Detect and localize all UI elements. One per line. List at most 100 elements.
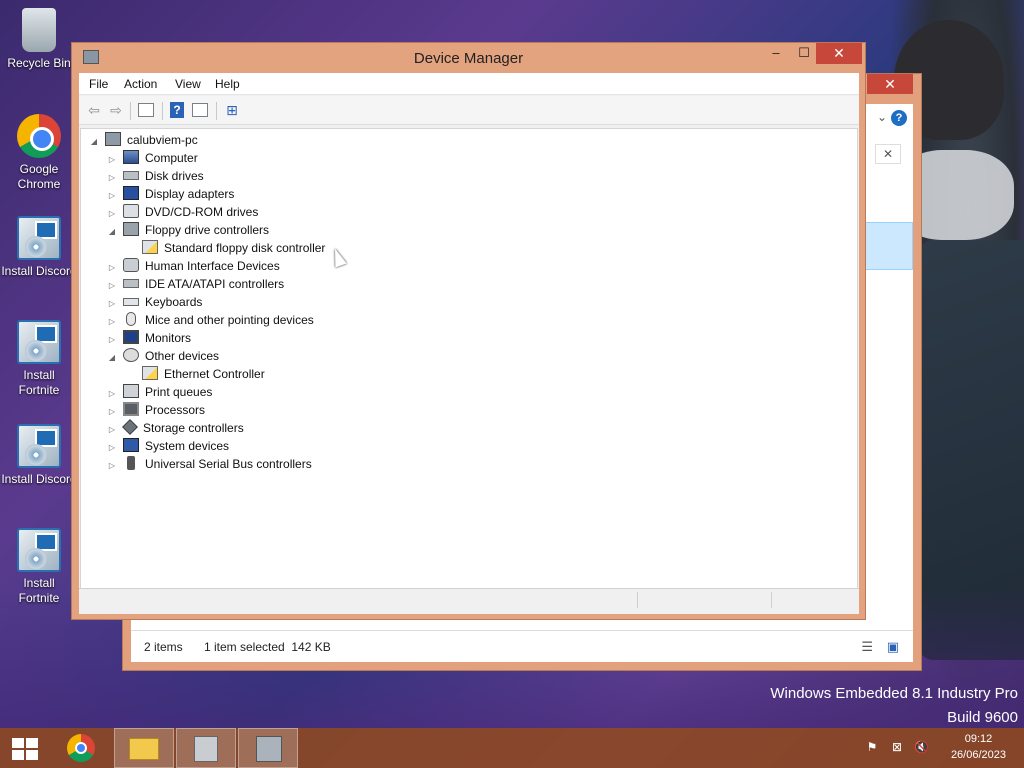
- floppy-controller-icon: [123, 222, 139, 236]
- toolbar-separator: [216, 102, 217, 120]
- tree-root[interactable]: ◢ calubviem-pc: [89, 131, 198, 149]
- menu-help[interactable]: Help: [215, 77, 240, 91]
- properties-icon[interactable]: [192, 103, 208, 117]
- desktop-icon-label: Install Discord: [1, 472, 77, 486]
- window-title: Device Manager: [413, 50, 524, 67]
- device-manager-window[interactable]: Device Manager – ☐ ✕ File Action View He…: [71, 42, 866, 620]
- tree-node-storage-controllers[interactable]: ▷ Storage controllers: [107, 419, 244, 437]
- tree-node-label: IDE ATA/ATAPI controllers: [145, 277, 285, 291]
- chevron-down-icon[interactable]: ⌄: [877, 110, 887, 124]
- tree-node-system-devices[interactable]: ▷ System devices: [107, 437, 229, 455]
- tree-node-usb-controllers[interactable]: ▷ Universal Serial Bus controllers: [107, 455, 312, 473]
- tree-node-label: Disk drives: [145, 169, 204, 183]
- minimize-button[interactable]: –: [762, 43, 790, 64]
- title-bar[interactable]: Device Manager – ☐ ✕: [72, 43, 865, 73]
- tree-node-print-queues[interactable]: ▷ Print queues: [107, 383, 212, 401]
- clear-search-button[interactable]: ✕: [875, 144, 901, 164]
- taskbar-device-manager[interactable]: [238, 728, 298, 768]
- close-button[interactable]: ✕: [867, 74, 913, 94]
- back-arrow-icon[interactable]: ⇦: [84, 101, 104, 119]
- tree-node-floppy-controllers[interactable]: ◢ Floppy drive controllers: [107, 221, 269, 239]
- tree-child-floppy-controller[interactable]: Standard floppy disk controller: [142, 239, 325, 257]
- details-view-icon[interactable]: ☰: [861, 639, 873, 655]
- device-manager-icon: [256, 736, 282, 762]
- tree-node-label: Standard floppy disk controller: [164, 241, 326, 255]
- chrome-icon: [17, 114, 61, 158]
- close-button[interactable]: ✕: [816, 43, 862, 64]
- menu-view[interactable]: View: [175, 77, 201, 91]
- desktop-icon-install-fortnite[interactable]: Install Fortnite: [0, 320, 78, 398]
- network-disconnected-icon[interactable]: ⊠: [890, 740, 904, 754]
- expand-icon[interactable]: ▷: [107, 457, 117, 475]
- desktop-icon-label: Install Fortnite: [18, 368, 60, 397]
- desktop-icon-chrome[interactable]: Google Chrome: [0, 114, 78, 192]
- tree-node-monitors[interactable]: ▷ Monitors: [107, 329, 191, 347]
- tree-node-processors[interactable]: ▷ Processors: [107, 401, 205, 419]
- help-icon[interactable]: ?: [170, 102, 184, 118]
- collapse-icon[interactable]: ◢: [89, 133, 99, 151]
- tree-node-mice[interactable]: ▷ Mice and other pointing devices: [107, 311, 314, 329]
- collapse-icon[interactable]: ◢: [107, 223, 117, 241]
- volume-muted-icon[interactable]: 🔇: [914, 740, 929, 754]
- tree-node-display-adapters[interactable]: ▷ Display adapters: [107, 185, 234, 203]
- taskbar-installer[interactable]: [176, 728, 236, 768]
- start-button[interactable]: [12, 738, 38, 760]
- desktop-icon-label: Recycle Bin: [7, 56, 71, 70]
- tree-child-ethernet-controller[interactable]: Ethernet Controller: [142, 365, 265, 383]
- tree-node-ide-controllers[interactable]: ▷ IDE ATA/ATAPI controllers: [107, 275, 284, 293]
- installer-icon: [17, 320, 61, 364]
- computer-root-icon: [105, 132, 121, 146]
- tree-node-label: DVD/CD-ROM drives: [145, 205, 259, 219]
- taskbar-chrome[interactable]: [54, 728, 114, 768]
- tree-node-other-devices[interactable]: ◢ Other devices: [107, 347, 219, 365]
- windows-build-watermark: Build 9600: [947, 709, 1018, 726]
- installer-icon: [17, 528, 61, 572]
- show-hide-tree-icon[interactable]: [138, 103, 154, 117]
- ide-controller-icon: [123, 279, 139, 288]
- windows-logo-pane: [26, 750, 38, 760]
- toolbar-separator: [130, 102, 131, 120]
- tree-node-label: Universal Serial Bus controllers: [145, 457, 312, 471]
- installer-icon: [17, 216, 61, 260]
- device-tree[interactable]: ◢ calubviem-pc ▷ Computer ▷ Disk drives ▷ Di…: [80, 128, 858, 589]
- tree-node-disk-drives[interactable]: ▷ Disk drives: [107, 167, 204, 185]
- folder-icon: [129, 738, 159, 760]
- maximize-button[interactable]: ☐: [790, 43, 818, 64]
- tree-node-label: System devices: [145, 439, 230, 453]
- monitor-icon: [123, 330, 139, 344]
- scan-hardware-icon[interactable]: ⊞: [222, 101, 242, 119]
- recycle-bin-icon: [22, 8, 56, 52]
- item-count: 2 items: [144, 640, 183, 654]
- desktop-icon-install-discord-2[interactable]: Install Discord: [0, 424, 78, 487]
- action-center-flag-icon[interactable]: ⚑: [865, 740, 879, 754]
- tree-node-computer[interactable]: ▷ Computer: [107, 149, 198, 167]
- menu-bar: File Action View Help: [79, 73, 859, 95]
- device-manager-client: File Action View Help ⇦ ⇨ ? ⊞ ◢ calubviem…: [79, 73, 859, 614]
- system-device-icon: [123, 438, 139, 452]
- system-clock[interactable]: 09:12 26/06/2023: [951, 731, 1006, 763]
- tree-node-keyboards[interactable]: ▷ Keyboards: [107, 293, 202, 311]
- forward-arrow-icon[interactable]: ⇨: [106, 101, 126, 119]
- windows-edition-watermark: Windows Embedded 8.1 Industry Pro: [770, 685, 1018, 702]
- dvd-drive-icon: [123, 204, 139, 218]
- menu-action[interactable]: Action: [124, 77, 157, 91]
- help-icon[interactable]: ?: [891, 110, 907, 126]
- keyboard-icon: [123, 298, 139, 306]
- chrome-icon-center: [75, 742, 87, 754]
- tree-node-label: Computer: [145, 151, 198, 165]
- desktop-icon-recycle-bin[interactable]: Recycle Bin: [0, 8, 78, 71]
- large-icons-view-icon[interactable]: ▣: [887, 639, 899, 655]
- desktop-icon-label: Install Fortnite: [18, 576, 60, 605]
- taskbar-file-explorer[interactable]: [114, 728, 174, 768]
- menu-file[interactable]: File: [89, 77, 108, 91]
- tree-node-label: Floppy drive controllers: [145, 223, 270, 237]
- collapse-icon[interactable]: ◢: [107, 349, 117, 367]
- toolbar-separator: [162, 102, 163, 120]
- installer-icon: [17, 424, 61, 468]
- installer-icon: [194, 736, 218, 762]
- desktop-icon-install-discord[interactable]: Install Discord: [0, 216, 78, 279]
- printer-icon: [123, 384, 139, 398]
- desktop-icon-install-fortnite-2[interactable]: Install Fortnite: [0, 528, 78, 606]
- tree-node-hid[interactable]: ▷ Human Interface Devices: [107, 257, 280, 275]
- tree-node-dvd-drives[interactable]: ▷ DVD/CD-ROM drives: [107, 203, 258, 221]
